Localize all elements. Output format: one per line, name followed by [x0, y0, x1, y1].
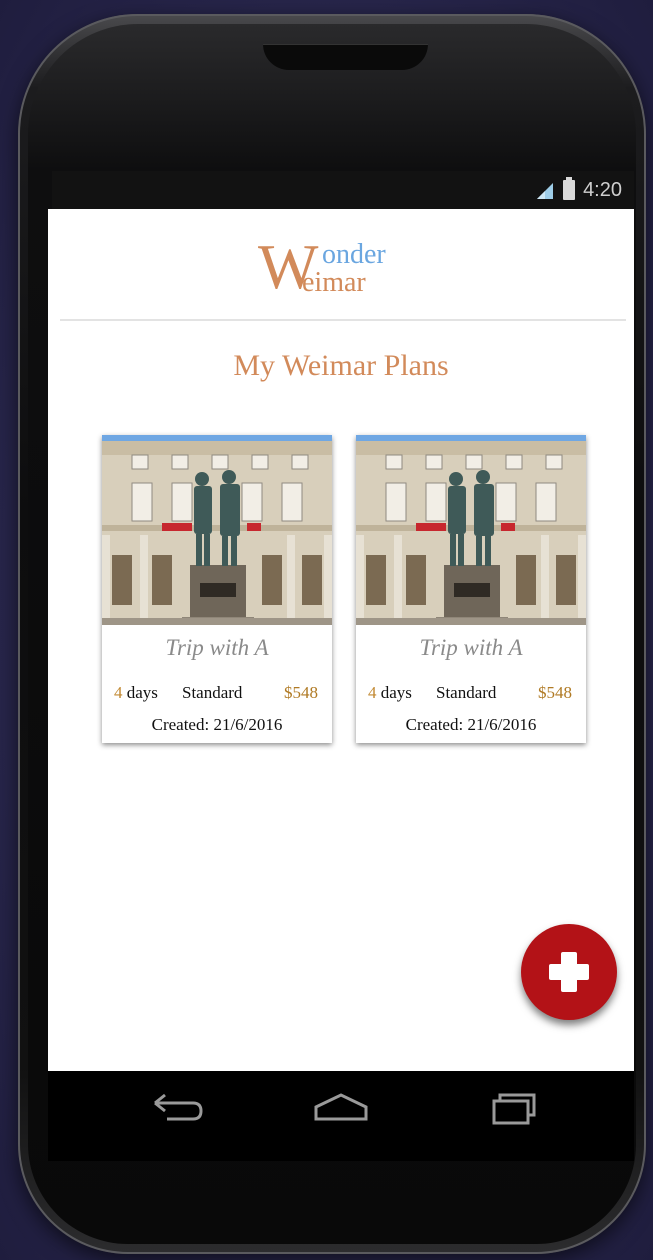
status-time: 4:20	[583, 178, 622, 201]
recents-icon[interactable]	[478, 1081, 548, 1131]
logo-text-eimar: eimar	[302, 267, 366, 298]
trip-meta: 4 days Standard $548	[102, 683, 332, 707]
trip-plan-type: Standard	[182, 683, 243, 702]
status-bar: 4:20	[52, 171, 634, 209]
trip-created-date: Created: 21/6/2016	[151, 715, 283, 734]
trip-card[interactable]: Trip with A 4 days Standard $548 Created…	[356, 435, 586, 743]
signal-icon	[537, 183, 554, 199]
back-icon[interactable]	[143, 1081, 213, 1131]
trip-duration: 4 days	[368, 683, 412, 703]
trip-price: $548	[538, 683, 572, 702]
home-icon[interactable]	[306, 1081, 376, 1131]
trip-meta: 4 days Standard $548	[356, 683, 586, 707]
logo-text-onder: onder	[322, 239, 386, 270]
trip-plan-type: Standard	[436, 683, 497, 702]
trip-duration: 4 days	[114, 683, 158, 703]
battery-icon	[563, 177, 576, 200]
trip-days-label: days	[126, 683, 158, 702]
trip-days-label: days	[380, 683, 412, 702]
app-screen: W onder eimar My Weimar Plans Trip with …	[48, 209, 634, 1071]
trip-days-count: 4	[368, 683, 377, 702]
header-divider	[60, 319, 626, 321]
trip-days-count: 4	[114, 683, 123, 702]
earpiece-speaker	[263, 44, 428, 70]
plus-icon	[549, 952, 589, 992]
add-plan-button[interactable]	[521, 924, 617, 1020]
trip-photo-goethe-schiller-monument	[102, 435, 332, 625]
page-title: My Weimar Plans	[233, 349, 449, 382]
trip-created-date: Created: 21/6/2016	[405, 715, 537, 734]
trip-card[interactable]: Trip with A 4 days Standard $548 Created…	[102, 435, 332, 743]
trip-title: Trip with A	[165, 635, 269, 660]
trip-title: Trip with A	[419, 635, 523, 660]
android-nav-bar	[48, 1071, 634, 1161]
trip-price: $548	[284, 683, 318, 702]
trip-photo-goethe-schiller-monument	[356, 435, 586, 625]
